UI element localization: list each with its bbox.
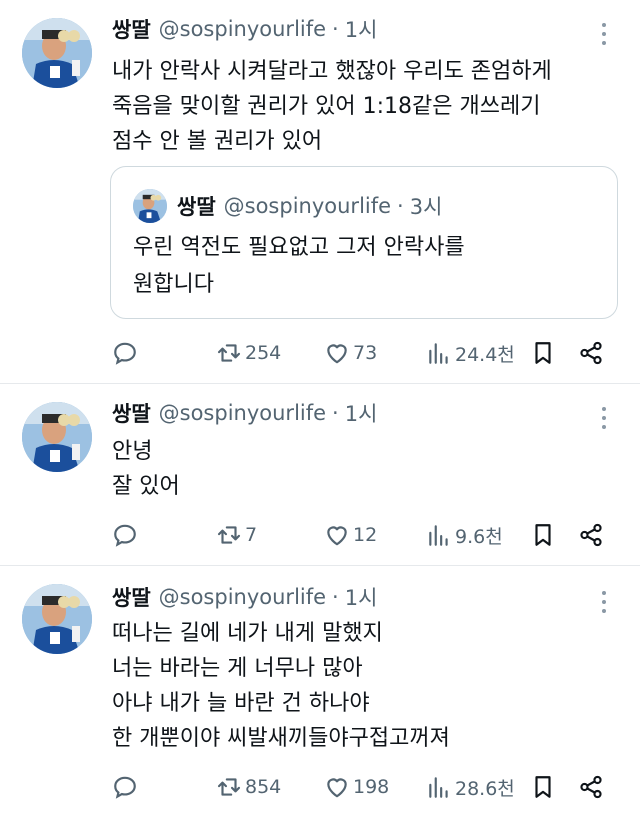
more-icon[interactable] bbox=[596, 588, 612, 616]
action-bar: 854 198 28.6천 bbox=[112, 772, 612, 802]
avatar-image bbox=[22, 402, 92, 472]
quoted-text: 우린 역전도 필요없고 그저 안락사를 원합니다 bbox=[133, 229, 603, 303]
retweet-button[interactable]: 254 bbox=[216, 338, 281, 368]
quoted-header: 쌍딸 @sospinyourlife · 3시 bbox=[177, 191, 442, 221]
retweet-count: 254 bbox=[245, 342, 282, 364]
quoted-text-line: 우린 역전도 필요없고 그저 안락사를 bbox=[133, 235, 465, 260]
avatar[interactable] bbox=[22, 402, 92, 472]
retweet-icon bbox=[217, 344, 241, 362]
user-handle[interactable]: @sospinyourlife bbox=[159, 585, 326, 609]
display-name[interactable]: 쌍딸 bbox=[112, 582, 151, 612]
like-button[interactable]: 198 bbox=[324, 772, 389, 802]
like-button[interactable]: 12 bbox=[324, 520, 377, 550]
tweet-text-line: 한 개뿐이야 씨발새끼들야구접고꺼져 bbox=[112, 726, 450, 751]
user-handle[interactable]: @sospinyourlife bbox=[159, 17, 326, 41]
tweet-text-line: 점수 안 볼 권리가 있어 bbox=[112, 129, 323, 154]
bookmark-icon bbox=[535, 776, 551, 798]
bookmark-button[interactable] bbox=[530, 338, 556, 368]
share-button[interactable] bbox=[578, 520, 604, 550]
retweet-icon bbox=[217, 526, 241, 544]
bookmark-icon bbox=[535, 342, 551, 364]
like-button[interactable]: 73 bbox=[324, 338, 377, 368]
retweet-button[interactable]: 7 bbox=[216, 520, 257, 550]
avatar-image bbox=[22, 584, 92, 654]
bookmark-icon bbox=[535, 524, 551, 546]
view-count: 24.4천 bbox=[455, 343, 515, 366]
quoted-timestamp: 3시 bbox=[409, 195, 443, 219]
action-bar: 254 73 24.4천 bbox=[112, 338, 612, 368]
separator-dot: · bbox=[397, 194, 404, 218]
tweet-header: 쌍딸 @sospinyourlife · 1시 bbox=[112, 398, 377, 428]
quoted-text-line: 원합니다 bbox=[133, 272, 214, 297]
retweet-count: 7 bbox=[245, 524, 258, 546]
quoted-avatar bbox=[133, 189, 167, 223]
tweet-text-line: 아냐 내가 늘 바란 건 하나야 bbox=[112, 691, 370, 716]
like-count: 12 bbox=[353, 524, 378, 546]
views-button[interactable]: 9.6천 bbox=[426, 520, 503, 550]
tweet-text-line: 너는 바라는 게 너무나 많아 bbox=[112, 656, 363, 681]
tweet[interactable]: 쌍딸 @sospinyourlife · 1시 내가 안락사 시켜달라고 했잖아… bbox=[0, 0, 640, 382]
avatar-image bbox=[22, 18, 92, 88]
timestamp[interactable]: 1시 bbox=[345, 398, 378, 428]
tweet-header: 쌍딸 @sospinyourlife · 1시 bbox=[112, 582, 377, 612]
like-count: 73 bbox=[353, 342, 378, 364]
separator-dot: · bbox=[332, 401, 339, 425]
views-icon bbox=[429, 525, 448, 546]
reply-icon bbox=[114, 776, 136, 799]
retweet-count: 854 bbox=[245, 776, 282, 798]
share-icon bbox=[580, 523, 602, 547]
timestamp[interactable]: 1시 bbox=[345, 14, 378, 44]
heart-icon bbox=[327, 778, 347, 798]
tweet-text-line: 내가 안락사 시켜달라고 했잖아 우리도 존엄하게 bbox=[112, 59, 552, 84]
action-bar: 7 12 9.6천 bbox=[112, 520, 612, 550]
tweet[interactable]: 쌍딸 @sospinyourlife · 1시 떠나는 길에 네가 내게 말했지… bbox=[0, 566, 640, 831]
bookmark-button[interactable] bbox=[530, 772, 556, 802]
tweet-header: 쌍딸 @sospinyourlife · 1시 bbox=[112, 14, 377, 44]
share-button[interactable] bbox=[578, 338, 604, 368]
tweet-text: 내가 안락사 시켜달라고 했잖아 우리도 존엄하게 죽음을 맞이할 권리가 있어… bbox=[112, 54, 612, 159]
user-handle[interactable]: @sospinyourlife bbox=[159, 401, 326, 425]
reply-button[interactable] bbox=[112, 772, 138, 802]
like-count: 198 bbox=[353, 776, 390, 798]
display-name[interactable]: 쌍딸 bbox=[112, 14, 151, 44]
view-count: 9.6천 bbox=[455, 525, 503, 548]
tweet-text: 안녕 잘 있어 bbox=[112, 434, 612, 504]
views-icon bbox=[429, 343, 448, 364]
display-name[interactable]: 쌍딸 bbox=[112, 398, 151, 428]
share-icon bbox=[580, 775, 602, 799]
retweet-icon bbox=[217, 778, 241, 796]
views-icon bbox=[429, 777, 448, 798]
avatar[interactable] bbox=[22, 584, 92, 654]
view-count: 28.6천 bbox=[455, 777, 515, 800]
share-button[interactable] bbox=[578, 772, 604, 802]
tweet[interactable]: 쌍딸 @sospinyourlife · 1시 안녕 잘 있어 7 12 9.6… bbox=[0, 384, 640, 564]
tweet-text-line: 안녕 bbox=[112, 439, 153, 464]
avatar[interactable] bbox=[22, 18, 92, 88]
tweet-text-line: 죽음을 맞이할 권리가 있어 1:18같은 개쓰레기 bbox=[112, 94, 541, 119]
reply-icon bbox=[114, 524, 136, 547]
bookmark-button[interactable] bbox=[530, 520, 556, 550]
retweet-button[interactable]: 854 bbox=[216, 772, 281, 802]
separator-dot: · bbox=[332, 585, 339, 609]
reply-button[interactable] bbox=[112, 520, 138, 550]
heart-icon bbox=[327, 344, 347, 364]
heart-icon bbox=[327, 526, 347, 546]
avatar-image bbox=[133, 189, 167, 223]
quoted-user-handle: @sospinyourlife bbox=[223, 194, 392, 218]
quoted-display-name: 쌍딸 bbox=[177, 195, 216, 219]
more-icon[interactable] bbox=[596, 20, 612, 48]
views-button[interactable]: 24.4천 bbox=[426, 338, 515, 368]
tweet-text: 떠나는 길에 네가 내게 말했지 너는 바라는 게 너무나 많아 아냐 내가 늘… bbox=[112, 616, 612, 756]
tweet-text-line: 잘 있어 bbox=[112, 474, 180, 499]
share-icon bbox=[580, 341, 602, 365]
reply-button[interactable] bbox=[112, 338, 138, 368]
separator-dot: · bbox=[332, 17, 339, 41]
quoted-tweet[interactable]: 쌍딸 @sospinyourlife · 3시 우린 역전도 필요없고 그저 안… bbox=[110, 166, 618, 319]
more-icon[interactable] bbox=[596, 404, 612, 432]
views-button[interactable]: 28.6천 bbox=[426, 772, 515, 802]
reply-icon bbox=[114, 342, 136, 365]
timestamp[interactable]: 1시 bbox=[345, 582, 378, 612]
tweet-text-line: 떠나는 길에 네가 내게 말했지 bbox=[112, 621, 383, 646]
